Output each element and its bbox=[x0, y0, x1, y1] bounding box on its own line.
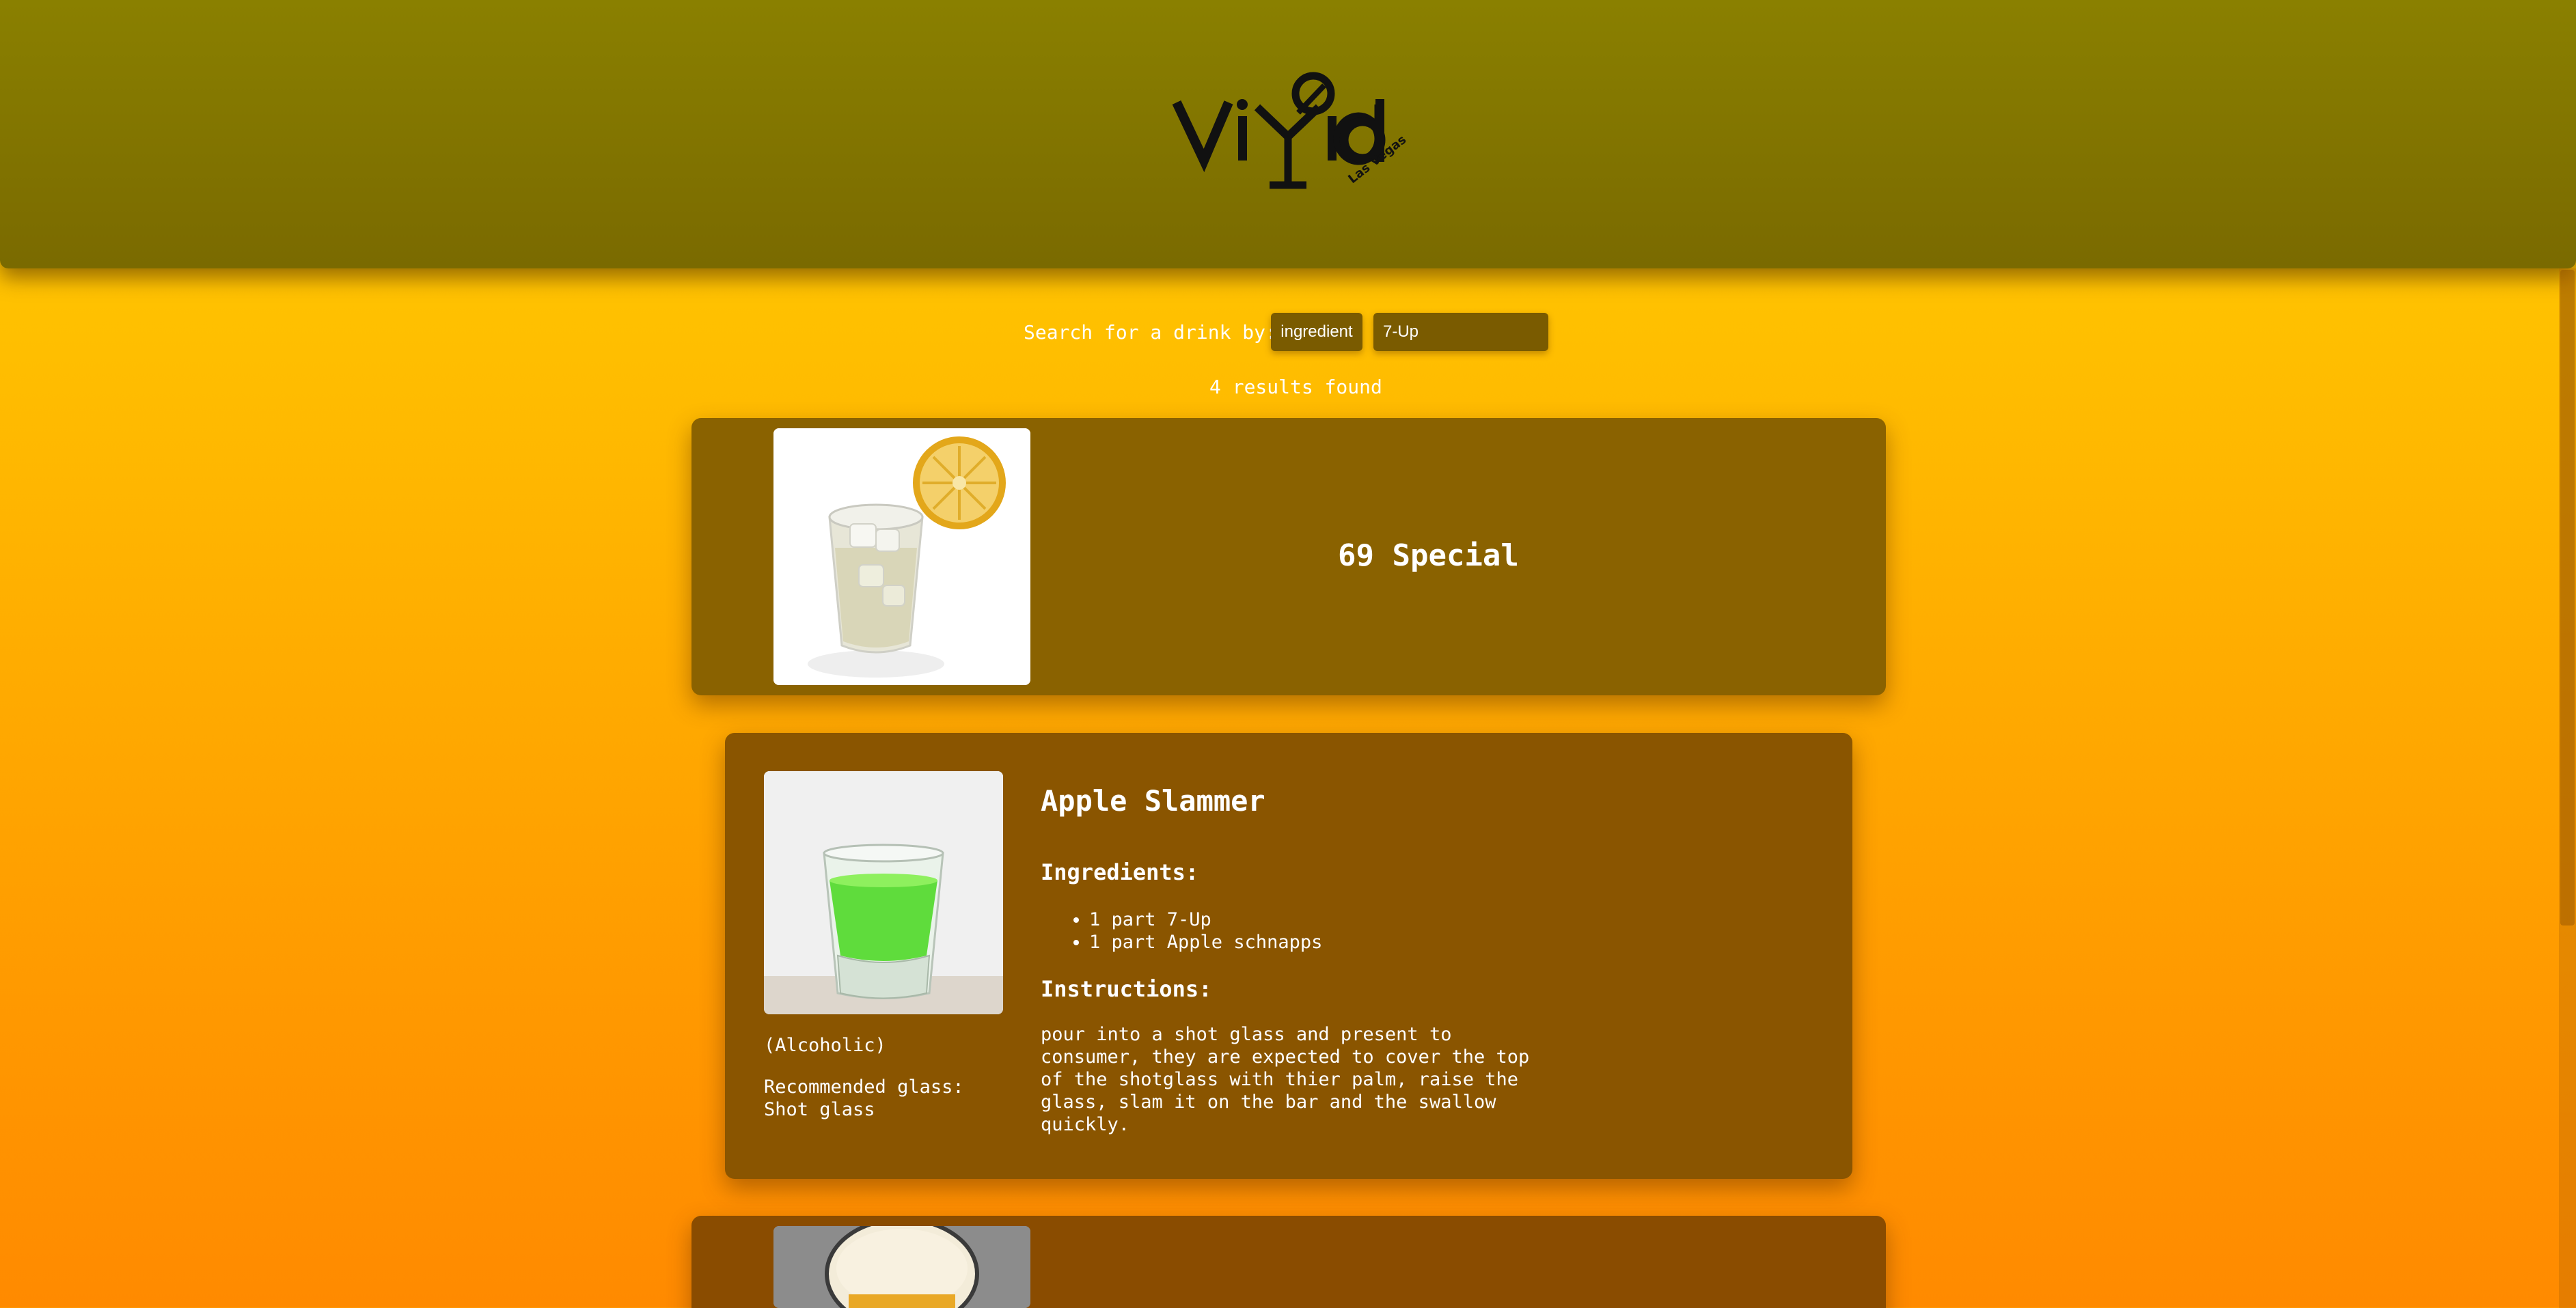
ingredient-item: 1 part 7-Up bbox=[1089, 908, 1322, 931]
recommended-glass-value: Shot glass bbox=[764, 1099, 875, 1120]
drink-image-3[interactable] bbox=[773, 1226, 1030, 1308]
drink-image-69-special[interactable] bbox=[773, 428, 1030, 685]
green-shot-glass-icon bbox=[764, 771, 1003, 1014]
search-label: Search for a drink by: bbox=[1024, 321, 1277, 344]
search-type-select[interactable]: ingredient bbox=[1271, 313, 1362, 351]
search-input[interactable]: 7-Up bbox=[1373, 313, 1548, 351]
lemon-highball-glass-icon bbox=[773, 428, 1030, 685]
drink-name[interactable]: Apple Slammer bbox=[1041, 784, 1265, 818]
recommended-glass-label: Recommended glass: bbox=[764, 1076, 964, 1098]
beer-foam-glass-icon bbox=[773, 1226, 1030, 1308]
ingredient-item: 1 part Apple schnapps bbox=[1089, 931, 1322, 954]
vivid-logo[interactable]: Las Vegas bbox=[1162, 65, 1421, 201]
instructions-heading: Instructions: bbox=[1041, 976, 1212, 1002]
scrollbar-thumb[interactable] bbox=[2560, 270, 2575, 926]
alcoholic-label: (Alcoholic) bbox=[764, 1035, 886, 1056]
instructions-text: pour into a shot glass and present to co… bbox=[1041, 1024, 1530, 1135]
drink-name[interactable]: 69 Special bbox=[1338, 538, 1519, 573]
results-count: 4 results found bbox=[1209, 376, 1382, 398]
site-header: Las Vegas bbox=[0, 0, 2576, 268]
martini-glass-icon bbox=[1172, 72, 1386, 189]
ingredients-heading: Ingredients: bbox=[1041, 859, 1199, 885]
ingredients-list: 1 part 7-Up 1 part Apple schnapps bbox=[1066, 908, 1322, 954]
drink-image-apple-slammer[interactable] bbox=[764, 771, 1003, 1014]
